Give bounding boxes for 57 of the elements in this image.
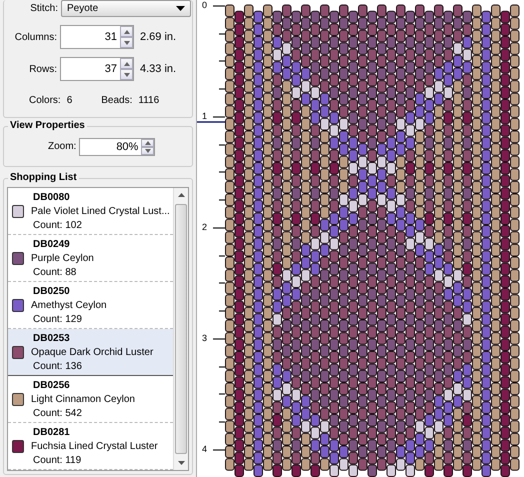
scrollbar[interactable] — [173, 188, 188, 470]
ruler-label: 4 — [202, 444, 208, 454]
spin-up-button[interactable] — [120, 58, 133, 69]
up-arrow-icon — [144, 140, 151, 144]
bead-name: Amethyst Ceylon — [31, 298, 107, 312]
ruler-label: 3 — [202, 333, 208, 343]
scroll-down-arrow-icon[interactable] — [178, 461, 184, 465]
bead-count: Count: 542 — [32, 406, 83, 420]
bead-name: Purple Ceylon — [31, 252, 94, 266]
bead-code: DB0250 — [32, 284, 71, 298]
position-marker-line — [197, 121, 225, 123]
beads-value: 1116 — [138, 95, 160, 106]
down-arrow-icon — [124, 72, 130, 76]
bead-code: DB0249 — [32, 238, 71, 252]
stitch-dropdown[interactable]: Peyote — [61, 0, 191, 17]
scroll-up-arrow-icon[interactable] — [178, 193, 184, 197]
colors-label: Colors: — [29, 95, 61, 106]
rows-label: Rows: — [28, 64, 57, 74]
ruler-label: 1 — [202, 111, 208, 121]
beads-label: Beads: — [101, 95, 132, 106]
bead-count: Count: 119 — [32, 454, 82, 468]
bead-name: Fuchsia Lined Crystal Luster — [31, 440, 158, 454]
down-arrow-icon — [124, 40, 130, 44]
spin-down-button[interactable] — [120, 37, 133, 48]
spin-down-button[interactable] — [120, 69, 133, 80]
bead-code: DB0080 — [32, 190, 71, 204]
bead-name: Pale Violet Lined Crystal Lust... — [31, 204, 170, 218]
ruler-label: 2 — [202, 222, 208, 232]
ruler-label: 0 — [202, 0, 208, 10]
up-arrow-icon — [124, 62, 130, 66]
colors-value: 6 — [66, 95, 72, 106]
bead-count: Count: 129 — [32, 312, 83, 326]
columns-spinbox[interactable]: 31 — [60, 25, 134, 49]
bead-count: Count: 136 — [32, 360, 83, 374]
bead-name: Opaque Dark Orchid Luster — [31, 346, 154, 360]
down-arrow-icon — [144, 148, 151, 152]
up-arrow-icon — [124, 30, 130, 34]
zoom-spinbox[interactable]: 80% — [79, 138, 156, 156]
caret-icon — [176, 6, 185, 11]
shopping-list-title: Shopping List — [8, 172, 79, 183]
bead-count: Count: 102 — [32, 218, 83, 232]
rows-spinbox[interactable]: 37 — [60, 57, 134, 81]
zoom-label: Zoom: — [48, 141, 76, 152]
shopping-list-item[interactable]: DB0253 Opaque Dark Orchid Luster Count: 136 — [8, 329, 173, 376]
stitch-label: Stitch: — [29, 3, 58, 14]
rows-size-text: 4.33 in. — [140, 63, 176, 75]
bead-code: DB0253 — [32, 332, 71, 346]
bead-count: Count: 88 — [32, 266, 78, 280]
columns-size-text: 2.69 in. — [140, 31, 176, 43]
columns-label: Columns: — [14, 32, 57, 42]
bead-name: Light Cinnamon Ceylon — [31, 392, 135, 406]
spin-up-button[interactable] — [141, 138, 154, 146]
spin-up-button[interactable] — [120, 26, 133, 37]
bead-code: DB0256 — [32, 378, 71, 392]
scrollbar-thumb[interactable] — [175, 204, 187, 454]
view-properties-title: View Properties — [8, 120, 87, 130]
bead-code: DB0281 — [32, 426, 71, 440]
